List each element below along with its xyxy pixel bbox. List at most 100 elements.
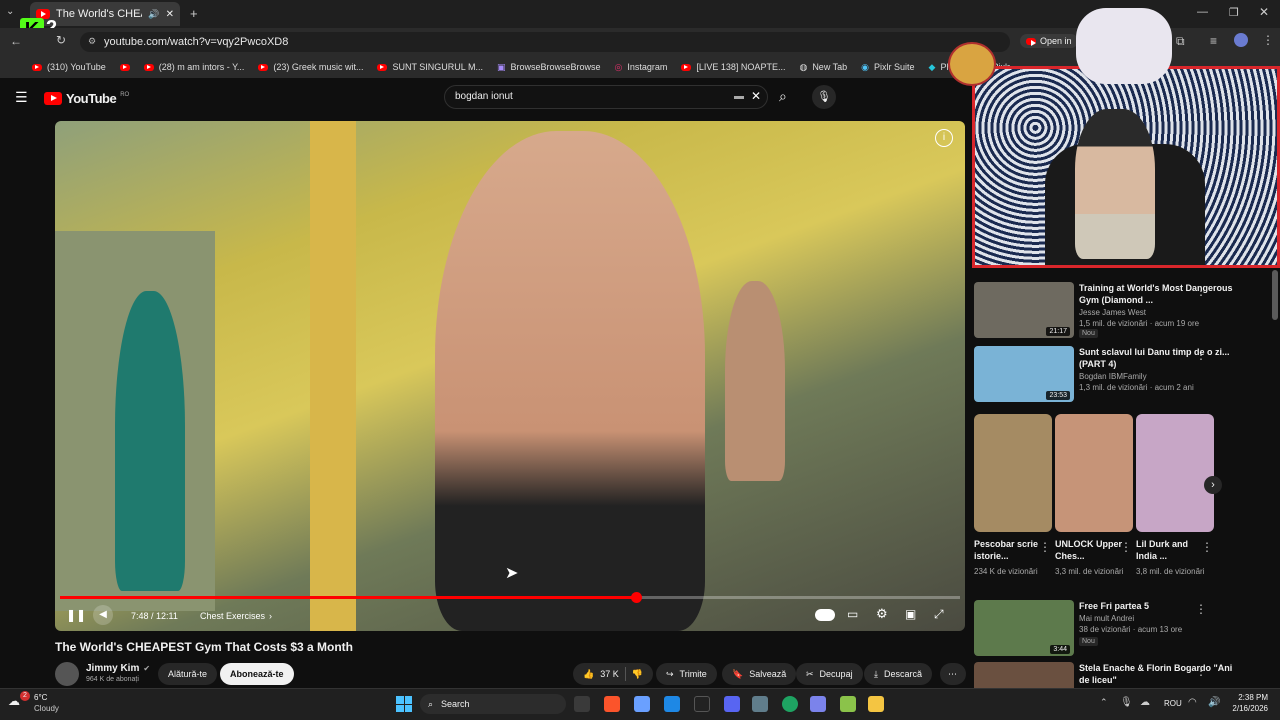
video-title[interactable]: Stela Enache & Florin Bogardo "Ani de li…: [1079, 662, 1239, 686]
cloud-sync-icon[interactable]: ☁: [1140, 697, 1150, 708]
file-explorer-icon[interactable]: [868, 696, 884, 712]
chrome-icon[interactable]: [782, 696, 798, 712]
windows-start-icon[interactable]: [396, 696, 412, 712]
bookmark-item[interactable]: (28) m am intors - Y...: [143, 62, 244, 72]
video-thumbnail[interactable]: [974, 662, 1074, 688]
tab-audio-icon[interactable]: 🔊: [148, 9, 159, 20]
more-options-icon[interactable]: ⋮: [1195, 284, 1207, 298]
more-options-icon[interactable]: ⋮: [1195, 602, 1207, 616]
more-options-icon[interactable]: ⋮: [1120, 540, 1132, 554]
tray-chevron-up-icon[interactable]: ⌃: [1100, 697, 1108, 708]
browser-menu-icon[interactable]: ⋮: [1262, 33, 1274, 47]
channel-name-link[interactable]: Jimmy Kim ✔: [86, 663, 150, 674]
thumbs-down-icon[interactable]: 👎: [632, 669, 643, 680]
short-title[interactable]: Pescobar scrie istorie...: [974, 538, 1044, 562]
clip-button[interactable]: ✂ Decupaj: [796, 663, 863, 685]
keyboard-icon[interactable]: ▬: [734, 91, 744, 102]
profile-avatar[interactable]: [1234, 33, 1248, 47]
clock-date[interactable]: 2/16/2026: [1226, 704, 1268, 713]
discord-icon[interactable]: [724, 696, 740, 712]
chapter-button[interactable]: Chest Exercises ›: [200, 611, 272, 621]
brave-browser-icon[interactable]: [604, 696, 620, 712]
wifi-icon[interactable]: ◠: [1188, 697, 1197, 708]
input-language[interactable]: ROU: [1164, 699, 1182, 708]
clear-search-icon[interactable]: ✕: [751, 89, 761, 103]
video-title[interactable]: Sunt sclavul lui Danu timp de o zi... (P…: [1079, 346, 1239, 370]
recommended-video[interactable]: 21:17 Training at World's Most Dangerous…: [974, 282, 1269, 342]
calculator-icon[interactable]: [752, 696, 768, 712]
subscribe-button[interactable]: Abonează-te: [220, 663, 294, 685]
channel-name[interactable]: Jesse James West: [1079, 308, 1146, 317]
bookmark-item[interactable]: ◎ Instagram: [615, 62, 668, 73]
tab-close-icon[interactable]: ✕: [166, 9, 174, 20]
weather-cloud-icon[interactable]: ☁: [8, 694, 20, 708]
hamburger-menu-icon[interactable]: ☰: [15, 89, 28, 106]
short-thumbnail[interactable]: [1136, 414, 1214, 532]
media-controls-icon[interactable]: ≡: [1210, 34, 1217, 48]
volume-icon[interactable]: ◀: [93, 605, 113, 625]
recommended-video[interactable]: 23:53 Sunt sclavul lui Danu timp de o zi…: [974, 346, 1269, 406]
voice-search-button[interactable]: 🎙: [812, 85, 836, 109]
vim-icon[interactable]: [840, 696, 856, 712]
taskbar-search-box[interactable]: ⌕ Search: [420, 694, 566, 714]
video-title[interactable]: Training at World's Most Dangerous Gym (…: [1079, 282, 1239, 306]
bookmark-item[interactable]: ◍ New Tab: [799, 62, 847, 73]
bookmark-item[interactable]: SUNT SINGURUL M...: [377, 62, 483, 72]
bookmark-item[interactable]: (310) YouTube: [32, 62, 106, 72]
maximize-window-icon[interactable]: ❐: [1229, 6, 1239, 19]
back-arrow-icon[interactable]: ←: [10, 34, 22, 48]
search-input[interactable]: bogdan ionut: [444, 85, 768, 109]
clock-time[interactable]: 2:38 PM: [1230, 693, 1268, 702]
download-button[interactable]: ⤓ Descarcă: [864, 663, 932, 685]
channel-name[interactable]: Mai mult Andrei: [1079, 614, 1134, 623]
youtube-logo[interactable]: YouTube RO: [44, 91, 129, 106]
subtitles-icon[interactable]: ▭: [847, 607, 858, 621]
channel-name[interactable]: Bogdan IBMFamily: [1079, 372, 1147, 381]
obs-studio-icon[interactable]: [694, 696, 710, 712]
fullscreen-icon[interactable]: ⤢: [934, 607, 944, 622]
like-button[interactable]: 👍 37 K 👎: [573, 663, 653, 685]
bookmark-item[interactable]: (23) Greek music wit...: [258, 62, 363, 72]
settings-gear-icon[interactable]: ⚙: [876, 606, 888, 622]
video-title[interactable]: Free Fri partea 5: [1079, 600, 1239, 612]
task-view-icon[interactable]: [574, 696, 590, 712]
tab-list-chevron-icon[interactable]: ⌄: [6, 6, 20, 20]
bookmark-item[interactable]: ▣ BrowseBrowseBrowse: [497, 62, 601, 73]
theater-mode-icon[interactable]: ▣: [905, 607, 916, 621]
speaker-icon[interactable]: 🔊: [1208, 697, 1220, 708]
more-actions-button[interactable]: ⋯: [940, 663, 966, 685]
info-icon[interactable]: i: [935, 129, 953, 147]
short-title[interactable]: UNLOCK Upper Ches...: [1055, 538, 1125, 562]
microphone-icon[interactable]: 🎙: [1120, 697, 1133, 708]
more-options-icon[interactable]: ⋮: [1039, 540, 1051, 554]
shorts-next-chevron-icon[interactable]: ›: [1204, 476, 1222, 494]
short-thumbnail[interactable]: [1055, 414, 1133, 532]
share-button[interactable]: ↪ Trimite: [656, 663, 717, 685]
progress-scrubber[interactable]: [630, 592, 642, 603]
open-in-app-button[interactable]: Open in: [1020, 34, 1078, 48]
autoplay-toggle[interactable]: [815, 609, 835, 621]
more-options-icon[interactable]: ⋮: [1201, 540, 1213, 554]
reload-icon[interactable]: ↻: [56, 33, 66, 47]
close-window-icon[interactable]: ✕: [1259, 5, 1269, 19]
recommended-video[interactable]: 3:44 Free Fri partea 5 Mai mult Andrei 3…: [974, 600, 1269, 660]
extensions-puzzle-icon[interactable]: ⧉: [1176, 34, 1185, 49]
join-button[interactable]: Alătură-te: [158, 663, 218, 685]
save-button[interactable]: 🔖 Salvează: [722, 663, 797, 685]
bookmark-item[interactable]: ◉ Pixlr Suite: [861, 62, 914, 73]
short-title[interactable]: Lil Durk and India ...: [1136, 538, 1206, 562]
bookmark-item[interactable]: [LIVE 138] NOAPTE...: [681, 62, 785, 72]
search-button[interactable]: ⌕: [772, 85, 800, 109]
teams-icon[interactable]: [810, 696, 826, 712]
channel-avatar[interactable]: [55, 662, 79, 686]
more-options-icon[interactable]: ⋮: [1195, 348, 1207, 362]
more-options-icon[interactable]: ⋮: [1195, 664, 1207, 678]
copilot-icon[interactable]: [634, 696, 650, 712]
minimize-window-icon[interactable]: —: [1197, 6, 1208, 18]
page-scrollbar[interactable]: [1272, 270, 1278, 320]
recommended-video[interactable]: Stela Enache & Florin Bogardo "Ani de li…: [974, 662, 1269, 688]
new-tab-plus-icon[interactable]: +: [190, 6, 198, 21]
short-thumbnail[interactable]: [974, 414, 1052, 532]
video-player[interactable]: i: [55, 121, 965, 631]
address-bar[interactable]: youtube.com/watch?v=vqy2PwcoXD8: [80, 32, 1010, 52]
